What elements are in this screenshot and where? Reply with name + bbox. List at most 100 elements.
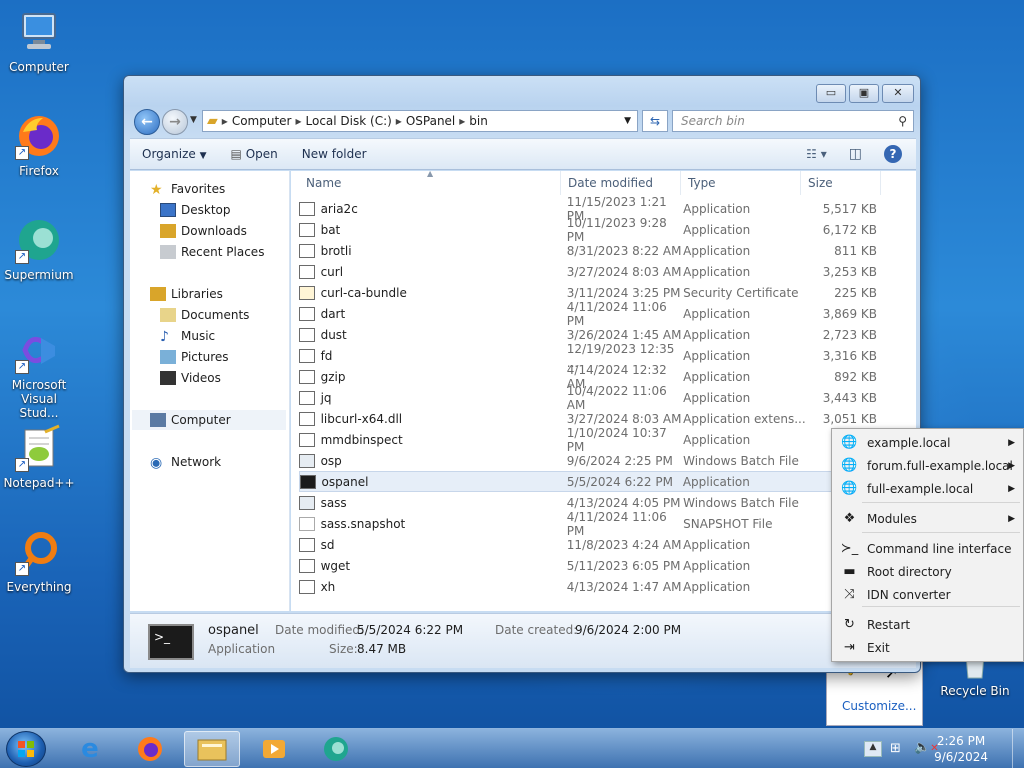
menu-item-example-local[interactable]: 🌐 example.local ▶ xyxy=(832,431,1023,454)
taskbar-ie[interactable]: e xyxy=(62,731,118,767)
file-row[interactable]: wget 5/11/2023 6:05 PM Application xyxy=(299,555,877,576)
file-row[interactable]: osp 9/6/2024 2:25 PM Windows Batch File xyxy=(299,450,877,471)
clock[interactable]: 2:26 PM 9/6/2024 xyxy=(934,733,988,765)
shortcut-arrow-icon: ↗ xyxy=(15,250,29,264)
file-type: Application xyxy=(683,243,751,258)
details-size-value: 8.47 MB xyxy=(357,642,407,656)
taskbar-explorer[interactable] xyxy=(184,731,240,767)
file-type: Application xyxy=(683,432,751,447)
breadcrumb-ospanel[interactable]: OSPanel xyxy=(406,114,455,128)
file-row[interactable]: brotli 8/31/2023 8:22 AM Application 811 KB xyxy=(299,240,877,261)
preview-pane-icon[interactable]: ◫ xyxy=(849,146,862,162)
taskbar-supermium[interactable] xyxy=(308,731,364,767)
nav-desktop[interactable]: Desktop xyxy=(160,200,231,220)
file-row[interactable]: jq 10/4/2022 11:06 AM Application 3,443 KB xyxy=(299,384,877,412)
menu-item-label: Exit xyxy=(867,640,890,655)
menu-item-modules[interactable]: ❖ Modules ▶ xyxy=(832,507,1023,530)
network-tray-icon[interactable]: ⊞ xyxy=(890,741,901,756)
file-row[interactable]: xh 4/13/2024 1:47 AM Application xyxy=(299,576,877,597)
file-row[interactable]: dart 4/11/2024 11:06 PM Application 3,869 K… xyxy=(299,300,877,328)
view-options-icon[interactable]: ☷ ▾ xyxy=(806,147,827,161)
desktop-icon-firefox[interactable]: ↗ Firefox xyxy=(1,112,77,178)
refresh-icon[interactable]: ⇆ xyxy=(642,110,668,132)
menu-item-idn-converter[interactable]: ⤨ IDN converter xyxy=(832,583,1023,606)
menu-item-root-directory[interactable]: ▬ Root directory xyxy=(832,560,1023,583)
file-row[interactable]: mmdbinspect 1/10/2024 10:37 PM Application xyxy=(299,426,877,454)
desktop-icon-visual-studio[interactable]: ↗ Microsoft Visual Stud... xyxy=(1,326,77,420)
app-file-icon xyxy=(299,369,315,384)
new-folder-button[interactable]: New folder xyxy=(290,147,379,161)
videos-icon xyxy=(160,371,176,385)
address-bar[interactable]: ▰ ▸ Computer ▸ Local Disk (C:) ▸ OSPanel… xyxy=(202,110,638,132)
menu-item-forum-full-example-local[interactable]: 🌐 forum.full-example.local ▶ xyxy=(832,454,1023,477)
breadcrumb-local-disk[interactable]: Local Disk (C:) xyxy=(306,114,392,128)
nav-pictures[interactable]: Pictures xyxy=(160,347,229,367)
sort-arrow-icon: ▲ xyxy=(427,171,434,178)
column-size[interactable]: Size xyxy=(801,171,881,195)
nav-favorites[interactable]: ★ Favorites xyxy=(150,179,225,199)
menu-item-full-example-local[interactable]: 🌐 full-example.local ▶ xyxy=(832,477,1023,500)
start-button[interactable] xyxy=(6,731,46,767)
recent-pages-dropdown-icon[interactable]: ▼ xyxy=(190,115,197,125)
breadcrumb-computer[interactable]: Computer xyxy=(232,114,292,128)
file-type: Application xyxy=(683,222,751,237)
app-file-icon xyxy=(299,537,315,552)
restart-icon: ↻ xyxy=(844,617,855,632)
taskbar-media-player[interactable] xyxy=(246,731,302,767)
show-desktop-button[interactable] xyxy=(1012,729,1024,768)
terminal-icon: ≻_ xyxy=(840,541,859,556)
nav-libraries[interactable]: Libraries xyxy=(150,284,223,304)
search-icon[interactable]: ⚲ xyxy=(898,114,907,128)
file-name: wget xyxy=(320,558,351,573)
column-type[interactable]: Type xyxy=(681,171,801,195)
file-row[interactable]: curl 3/27/2024 8:03 AM Application 3,253 KB xyxy=(299,261,877,282)
address-dropdown-icon[interactable]: ▼ xyxy=(624,116,631,126)
computer-icon xyxy=(150,413,166,427)
term-file-icon xyxy=(300,474,316,489)
column-date-modified[interactable]: Date modified xyxy=(561,171,681,195)
nav-videos[interactable]: Videos xyxy=(160,368,221,388)
file-row[interactable]: sd 11/8/2023 4:24 AM Application xyxy=(299,534,877,555)
firefox-icon: ↗ xyxy=(15,112,63,160)
desktop-icon-computer[interactable]: Computer xyxy=(1,8,77,74)
show-hidden-icons-button[interactable]: ▲ xyxy=(864,741,882,757)
taskbar-firefox[interactable] xyxy=(122,731,178,767)
forward-button[interactable]: → xyxy=(162,109,188,135)
details-modified-label: Date modified: xyxy=(275,623,365,637)
file-size: 892 KB xyxy=(834,369,877,384)
search-input[interactable]: Search bin ⚲ xyxy=(672,110,914,132)
menu-item-exit[interactable]: ⇥ Exit xyxy=(832,636,1023,659)
maximize-button[interactable]: ▣ xyxy=(849,84,879,103)
file-size: 811 KB xyxy=(834,243,877,258)
organize-button[interactable]: Organize ▼ xyxy=(130,147,219,161)
file-date: 3/11/2024 3:25 PM xyxy=(566,285,681,300)
minimize-button[interactable]: ▭ xyxy=(816,84,846,103)
file-row[interactable]: bat 10/11/2023 9:28 PM Application 6,172 KB xyxy=(299,216,877,244)
open-button[interactable]: ▤ Open xyxy=(219,147,290,161)
nav-network[interactable]: ◉ Network xyxy=(150,452,221,472)
menu-item-command-line-interface[interactable]: ≻_ Command line interface xyxy=(832,537,1023,560)
file-name: sd xyxy=(320,537,335,552)
back-button[interactable]: ← xyxy=(134,109,160,135)
file-row[interactable]: sass.snapshot 4/11/2024 11:06 PM SNAPSHOT … xyxy=(299,510,877,538)
file-row[interactable]: ospanel 5/5/2024 6:22 PM Application xyxy=(299,471,877,492)
desktop-icon-supermium[interactable]: ↗ Supermium xyxy=(1,216,77,282)
customize-link[interactable]: Customize... xyxy=(842,699,916,713)
ospanel-context-menu: 🌐 example.local ▶ 🌐 forum.full-example.local… xyxy=(831,428,1024,662)
breadcrumb-bin[interactable]: bin xyxy=(469,114,488,128)
desktop-icon-everything[interactable]: ↗ Everything xyxy=(1,528,77,594)
nav-music[interactable]: ♪ Music xyxy=(160,326,215,346)
help-icon[interactable]: ? xyxy=(884,145,902,163)
cert-file-icon xyxy=(299,285,315,300)
nav-recent-places[interactable]: Recent Places xyxy=(160,242,264,262)
desktop-icon-notepadpp[interactable]: ↗ Notepad++ xyxy=(1,424,77,490)
nav-downloads[interactable]: Downloads xyxy=(160,221,247,241)
nav-computer[interactable]: Computer xyxy=(132,410,286,430)
close-button[interactable]: ✕ xyxy=(882,84,914,103)
file-type: SNAPSHOT File xyxy=(683,516,773,531)
explorer-folder-icon xyxy=(197,739,227,761)
menu-item-restart[interactable]: ↻ Restart xyxy=(832,613,1023,636)
file-type: Application xyxy=(683,390,751,405)
nav-documents[interactable]: Documents xyxy=(160,305,249,325)
media-player-icon xyxy=(263,740,285,758)
